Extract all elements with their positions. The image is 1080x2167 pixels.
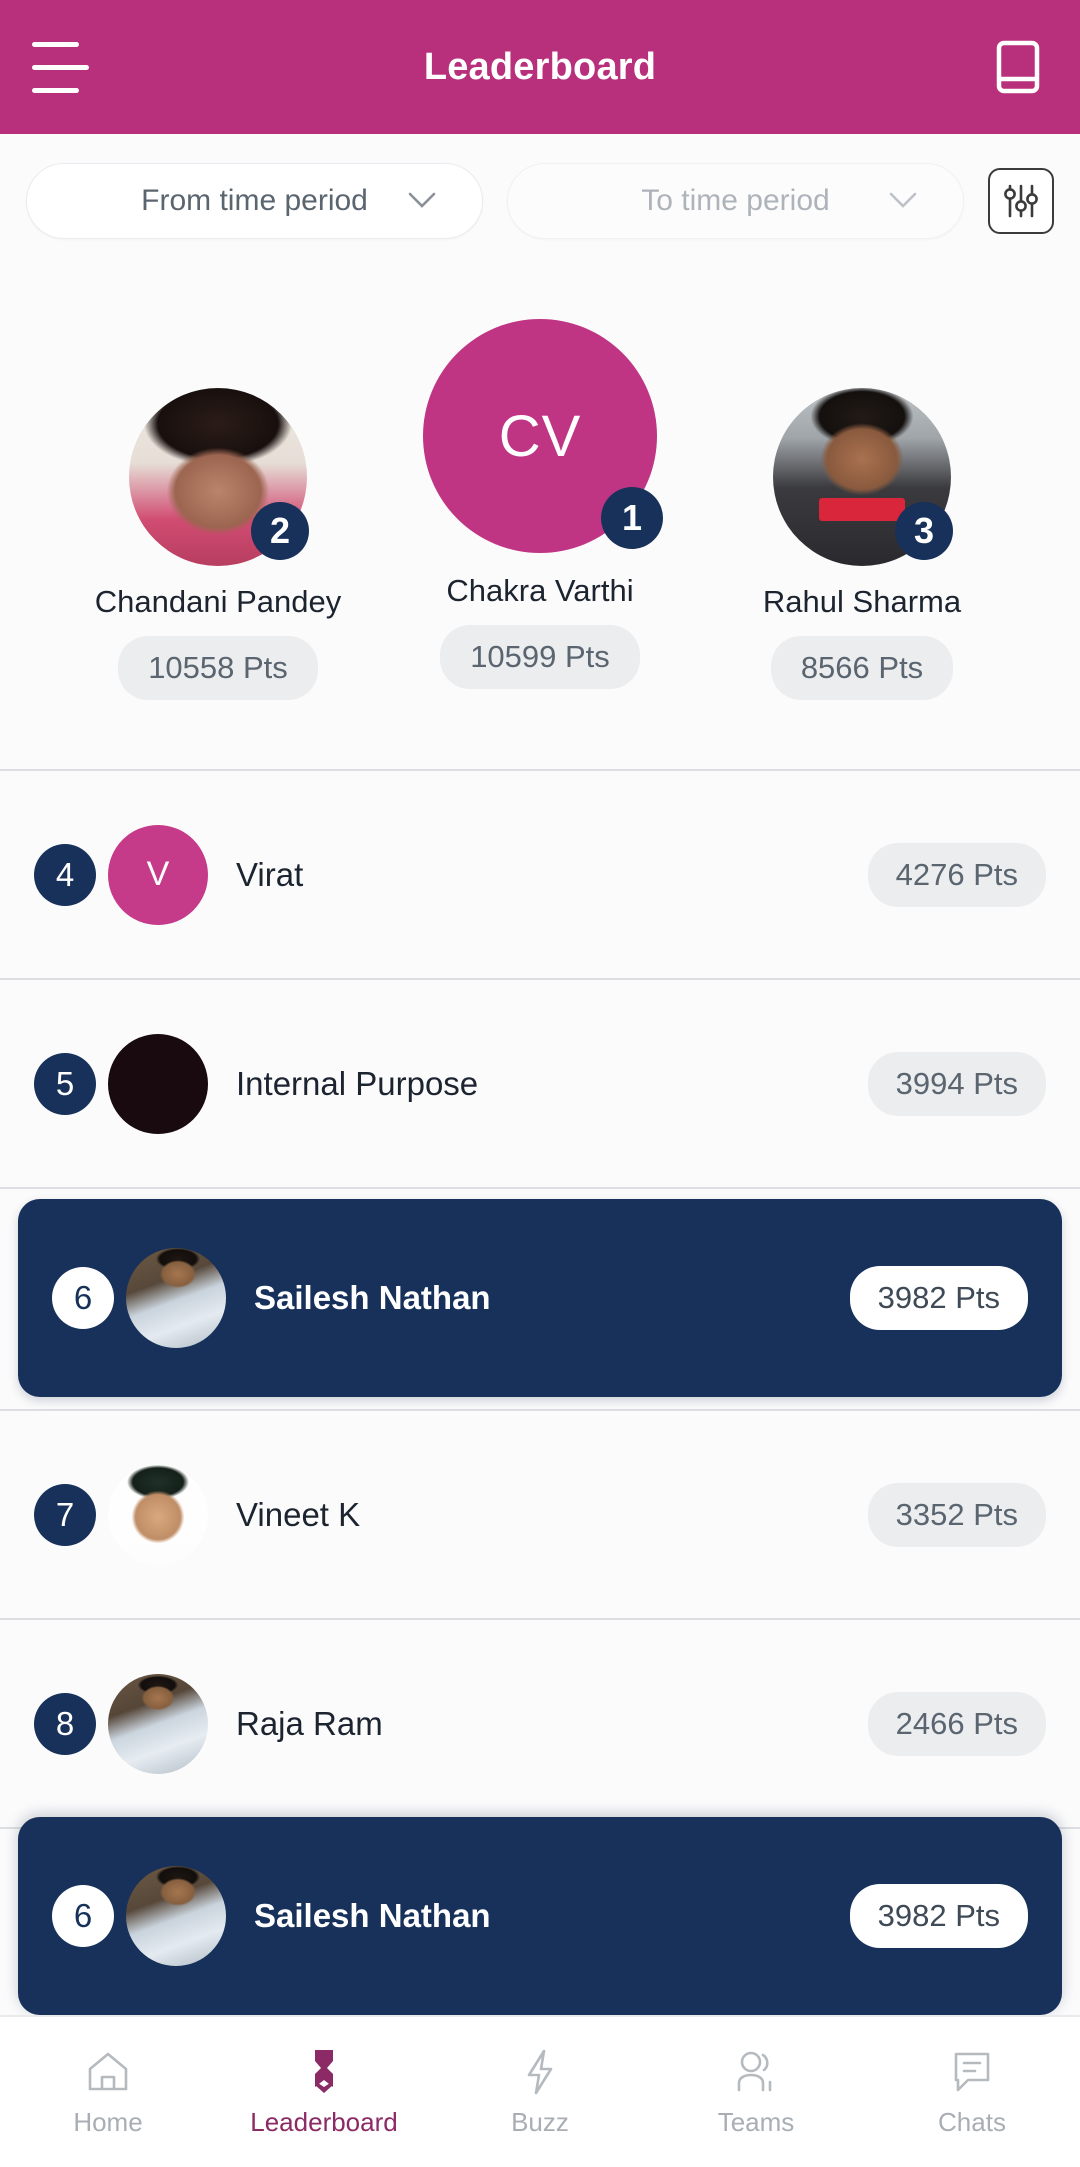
player-points: 2466 Pts xyxy=(867,1691,1046,1756)
home-icon xyxy=(83,2047,133,2097)
rank-badge: 3 xyxy=(895,502,953,560)
avatar xyxy=(108,1673,208,1774)
rank-badge: 1 xyxy=(601,487,663,549)
table-row-highlight-wrapper: 6 Sailesh Nathan 3982 Pts xyxy=(0,1189,1080,1411)
player-name: Sailesh Nathan xyxy=(254,1897,491,1934)
avatar-image xyxy=(108,1673,208,1774)
people-icon xyxy=(731,2047,781,2097)
avatar-image xyxy=(126,1866,226,1966)
rank-badge: 5 xyxy=(34,1052,96,1115)
rank-badge: 6 xyxy=(52,1885,114,1947)
podium-place-2[interactable]: 2 Chandani Pandey 10558 Pts xyxy=(48,388,388,700)
podium-points: 10599 Pts xyxy=(440,625,640,689)
filter-bar: From time period To time period xyxy=(0,134,1080,268)
podium-points: 8566 Pts xyxy=(770,636,954,700)
table-row-current-user[interactable]: 6 Sailesh Nathan 3982 Pts xyxy=(18,1199,1062,1397)
player-name: Vineet K xyxy=(236,1495,361,1533)
chat-icon xyxy=(947,2047,997,2097)
player-name: Internal Purpose xyxy=(236,1064,479,1102)
podium-points: 10558 Pts xyxy=(118,636,318,700)
rank-badge: 2 xyxy=(251,502,309,560)
table-row[interactable]: 5 Internal Purpose 3994 Pts xyxy=(0,980,1080,1189)
sliders-filter-icon[interactable] xyxy=(988,168,1054,234)
tab-label: Home xyxy=(73,2106,143,2137)
tab-chats[interactable]: Chats xyxy=(864,2047,1080,2138)
player-name: Sailesh Nathan xyxy=(254,1279,491,1316)
avatar xyxy=(126,1248,226,1348)
table-row[interactable]: 7 Vineet K 3352 Pts xyxy=(0,1411,1080,1620)
leaderboard-screen: Leaderboard From time period To time per… xyxy=(0,0,1080,2167)
avatar xyxy=(108,1033,208,1134)
table-row[interactable]: 8 Raja Ram 2466 Pts xyxy=(0,1620,1080,1829)
table-row[interactable]: 4 V Virat 4276 Pts xyxy=(0,771,1080,980)
chevron-down-icon xyxy=(408,187,436,215)
tab-label: Chats xyxy=(938,2106,1006,2137)
tab-label: Buzz xyxy=(511,2106,569,2137)
lightning-icon xyxy=(515,2047,565,2097)
from-time-period-value: From time period xyxy=(141,184,368,217)
avatar: 2 xyxy=(129,388,309,566)
tab-leaderboard[interactable]: Leaderboard xyxy=(216,2047,432,2138)
tab-label: Leaderboard xyxy=(250,2106,398,2137)
podium-place-3[interactable]: 3 Rahul Sharma 8566 Pts xyxy=(692,388,1032,700)
podium-name: Chakra Varthi xyxy=(446,573,634,608)
avatar xyxy=(108,1464,208,1565)
page-title: Leaderboard xyxy=(423,45,657,88)
player-points: 3352 Pts xyxy=(867,1482,1046,1547)
book-icon[interactable] xyxy=(990,36,1048,98)
rank-badge: 6 xyxy=(52,1267,114,1329)
avatar-image xyxy=(108,1464,208,1565)
podium-name: Rahul Sharma xyxy=(762,584,962,619)
tab-label: Teams xyxy=(717,2106,795,2137)
player-points: 3982 Pts xyxy=(849,1884,1028,1948)
to-time-period-placeholder: To time period xyxy=(641,184,830,217)
from-time-period-dropdown[interactable]: From time period xyxy=(26,163,483,239)
tab-teams[interactable]: Teams xyxy=(648,2047,864,2138)
avatar-image xyxy=(126,1248,226,1348)
tab-home[interactable]: Home xyxy=(0,2047,216,2138)
bottom-navigation: Home Leaderboard Buzz Teams Chats xyxy=(0,2015,1080,2167)
podium-place-1[interactable]: CV 1 Chakra Varthi 10599 Pts xyxy=(423,319,663,689)
player-name: Virat xyxy=(236,855,304,893)
player-points: 4276 Pts xyxy=(867,842,1046,907)
avatar: CV 1 xyxy=(423,319,663,553)
avatar: 3 xyxy=(773,388,953,566)
podium-name: Chandani Pandey xyxy=(94,584,342,619)
to-time-period-dropdown[interactable]: To time period xyxy=(507,163,964,239)
rank-badge: 4 xyxy=(34,843,96,906)
sticky-current-user-row[interactable]: 6 Sailesh Nathan 3982 Pts xyxy=(18,1817,1062,2015)
leaderboard-list: 4 V Virat 4276 Pts 5 Internal Purpose 39… xyxy=(0,771,1080,1829)
medal-icon xyxy=(299,2047,349,2097)
rank-badge: 8 xyxy=(34,1692,96,1755)
podium-section: 2 Chandani Pandey 10558 Pts CV 1 Chakra … xyxy=(0,268,1080,771)
chevron-down-icon xyxy=(889,187,917,215)
player-name: Raja Ram xyxy=(236,1704,383,1742)
player-points: 3982 Pts xyxy=(849,1266,1028,1330)
avatar xyxy=(126,1866,226,1966)
avatar: V xyxy=(108,824,208,925)
player-points: 3994 Pts xyxy=(867,1051,1046,1116)
tab-buzz[interactable]: Buzz xyxy=(432,2047,648,2138)
app-header: Leaderboard xyxy=(0,0,1080,134)
rank-badge: 7 xyxy=(34,1483,96,1546)
